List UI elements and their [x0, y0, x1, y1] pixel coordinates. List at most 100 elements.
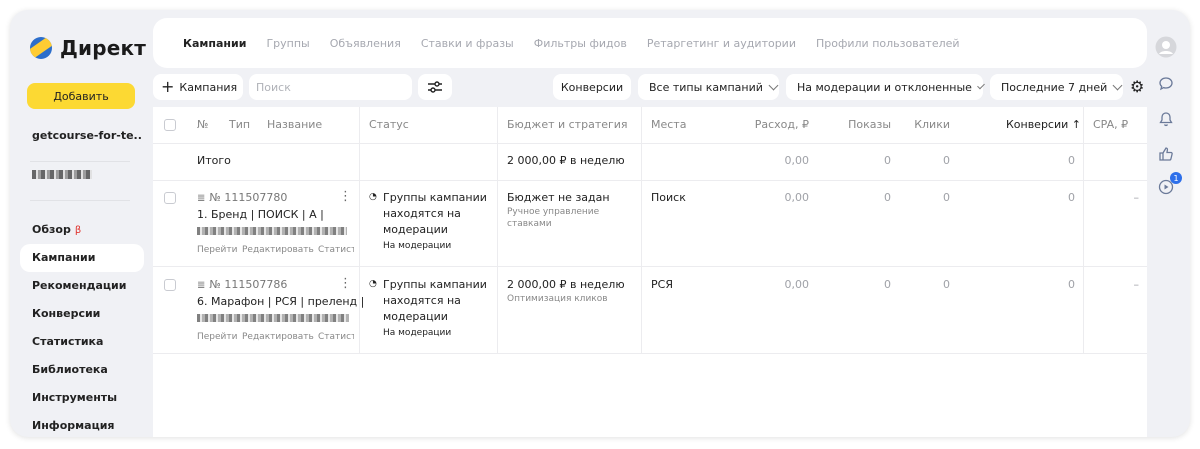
stats-link[interactable]: Статист: [318, 332, 354, 342]
campaign-types-select[interactable]: Все типы кампаний: [638, 74, 779, 100]
sidebar-item-tools[interactable]: Инструменты: [20, 384, 144, 412]
sidebar-item-library[interactable]: Библиотека: [20, 356, 144, 384]
thumbs-up-icon[interactable]: [1155, 143, 1177, 165]
row-checkbox[interactable]: [164, 192, 176, 204]
campaign-id[interactable]: ≣ № 111507786: [197, 278, 287, 291]
bell-icon[interactable]: [1155, 108, 1177, 130]
header-shows[interactable]: Показы: [821, 118, 891, 131]
budget-value[interactable]: Бюджет не задан: [507, 191, 610, 204]
logo-text: Директ: [60, 36, 147, 60]
search-placeholder: Поиск: [256, 80, 291, 94]
header-status[interactable]: Статус: [369, 118, 409, 131]
video-tutorial-button[interactable]: 1: [1155, 172, 1182, 198]
header-places[interactable]: Места: [651, 118, 686, 131]
campaign-name[interactable]: 1. Бренд | ПОИСК | А |: [197, 208, 324, 221]
campaigns-table: № Тип Название Статус Бюджет и стратегия…: [153, 107, 1147, 437]
header-conversions[interactable]: Конверсии ↑: [983, 118, 1081, 131]
tab-bids-phrases[interactable]: Ставки и фразы: [421, 37, 514, 50]
sidebar-item-label: Кампании: [32, 251, 96, 264]
tab-ads[interactable]: Объявления: [330, 37, 401, 50]
sidebar-item-label: Информация: [32, 419, 115, 432]
more-menu-icon[interactable]: ⋮: [339, 189, 352, 204]
yandex-direct-logo-icon: [30, 37, 52, 59]
sidebar-item-overview[interactable]: Обзор β: [20, 216, 144, 244]
sidebar-item-campaigns[interactable]: Кампании: [20, 244, 144, 272]
shows-value: 0: [884, 191, 891, 204]
header-budget[interactable]: Бюджет и стратегия: [507, 118, 628, 131]
add-campaign-label: Кампания: [179, 80, 238, 94]
go-link[interactable]: Перейти: [197, 245, 238, 255]
sidebar: Директ Добавить getcourse-for-te... Обзо…: [18, 18, 148, 437]
clicks-value: 0: [943, 278, 950, 291]
right-rail: 1: [1151, 18, 1182, 437]
clock-icon: ◔: [369, 192, 377, 202]
header-cpa[interactable]: CPA, ₽: [1093, 118, 1143, 131]
total-shows: 0: [884, 154, 891, 167]
conversions-value: 0: [1068, 278, 1075, 291]
campaign-id[interactable]: ≣ № 111507780: [197, 191, 287, 204]
search-input[interactable]: Поиск: [249, 74, 412, 100]
row-checkbox[interactable]: [164, 279, 176, 291]
select-all-checkbox[interactable]: [164, 119, 176, 131]
status-line-3: модерации: [383, 223, 448, 236]
more-menu-icon[interactable]: ⋮: [339, 276, 352, 291]
avatar[interactable]: [1155, 36, 1177, 58]
sidebar-item-label: Инструменты: [32, 391, 118, 404]
sidebar-item-statistics[interactable]: Статистика: [20, 328, 144, 356]
spend-value: 0,00: [784, 191, 810, 204]
filter-settings-button[interactable]: [418, 74, 452, 100]
sidebar-item-label: Библиотека: [32, 363, 108, 376]
status-line-1: Группы кампании: [383, 191, 487, 204]
edit-link[interactable]: Редактировать: [242, 332, 314, 342]
chat-bubble-icon: [1159, 77, 1173, 91]
edit-link[interactable]: Редактировать: [242, 245, 314, 255]
strategy-line-2: ставками: [507, 219, 552, 229]
tab-groups[interactable]: Группы: [266, 37, 309, 50]
row-divider: [153, 353, 1147, 354]
clock-icon: ◔: [369, 279, 377, 289]
sidebar-item-conversions[interactable]: Конверсии: [20, 300, 144, 328]
stats-link[interactable]: Статист: [318, 245, 354, 255]
period-select[interactable]: Последние 7 дней: [990, 74, 1123, 100]
row-divider: [153, 180, 1147, 181]
budget-value[interactable]: 2 000,00 ₽ в неделю: [507, 278, 625, 291]
status-filter-select[interactable]: На модерации и отклоненные: [786, 74, 985, 100]
chevron-down-icon: [977, 81, 985, 89]
like-icon: [1159, 147, 1173, 161]
beta-badge: β: [74, 225, 82, 236]
tab-campaigns[interactable]: Кампании: [183, 37, 246, 50]
sidebar-item-recommendations[interactable]: Рекомендации: [20, 272, 144, 300]
cpa-value: –: [1133, 278, 1140, 291]
row-divider: [153, 143, 1147, 144]
header-num[interactable]: №: [197, 118, 208, 131]
avatar-icon: [1155, 36, 1177, 58]
sidebar-item-label: Конверсии: [32, 307, 101, 320]
header-type[interactable]: Тип: [229, 118, 250, 131]
add-campaign-button[interactable]: + Кампания: [153, 74, 243, 100]
chat-icon[interactable]: [1155, 73, 1177, 95]
gear-icon[interactable]: ⚙: [1130, 79, 1144, 95]
chevron-down-icon: [1112, 80, 1123, 90]
tab-feed-filters[interactable]: Фильтры фидов: [534, 37, 627, 50]
total-clicks: 0: [943, 154, 950, 167]
header-clicks[interactable]: Клики: [898, 118, 950, 131]
notification-badge: 1: [1170, 172, 1182, 184]
blurred-campaign-name: [197, 227, 347, 235]
conversions-button[interactable]: Конверсии: [553, 74, 631, 100]
campaign-name[interactable]: 6. Марафон | РСЯ | преленд |: [197, 295, 364, 308]
plus-icon: +: [161, 77, 175, 96]
campaign-id-text: № 111507786: [209, 278, 288, 291]
logo[interactable]: Директ: [30, 36, 146, 60]
go-link[interactable]: Перейти: [197, 332, 238, 342]
sidebar-item-information[interactable]: Информация: [20, 412, 144, 437]
tab-user-profiles[interactable]: Профили пользователей: [816, 37, 960, 50]
clicks-value: 0: [943, 191, 950, 204]
header-name[interactable]: Название: [267, 118, 322, 131]
account-name[interactable]: getcourse-for-te...: [32, 129, 142, 142]
strategy-line-1: Оптимизация кликов: [507, 294, 608, 304]
header-spend[interactable]: Расход, ₽: [733, 118, 809, 131]
tab-retargeting[interactable]: Ретаргетинг и аудитории: [647, 37, 796, 50]
status-line-2: находятся на: [383, 294, 461, 307]
add-button[interactable]: Добавить: [27, 83, 135, 109]
sidebar-item-label: Обзор: [32, 223, 71, 236]
